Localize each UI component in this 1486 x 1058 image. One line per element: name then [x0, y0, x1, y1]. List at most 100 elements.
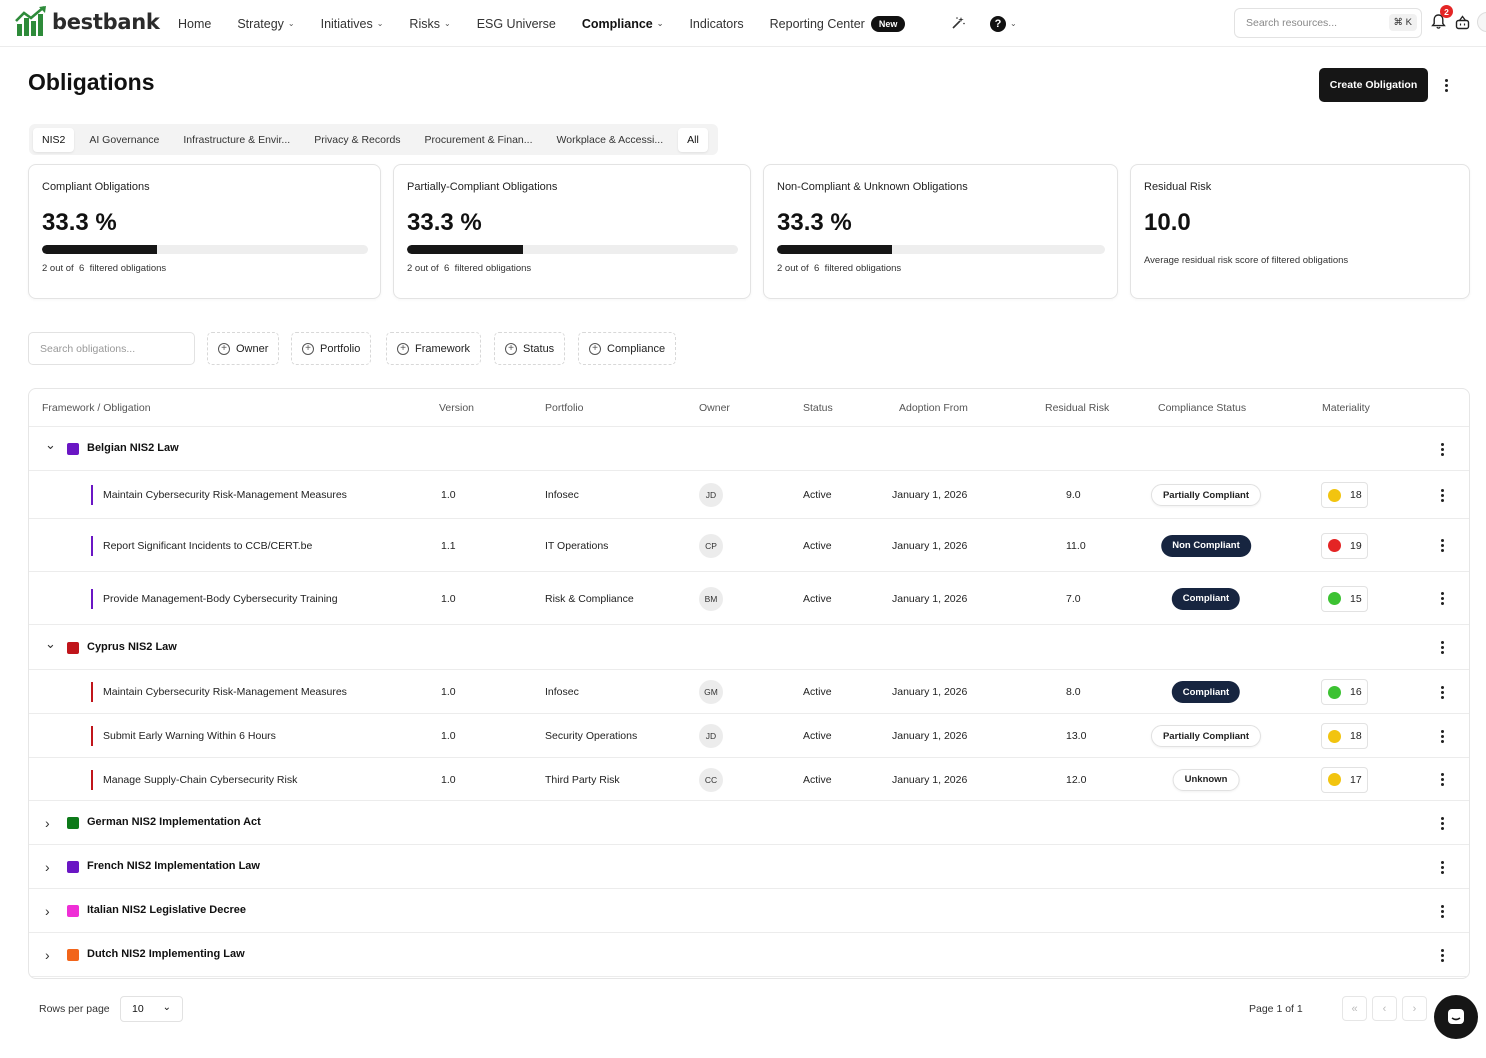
help-menu[interactable]: ? ⌄ — [990, 15, 1017, 32]
row-more-menu-icon[interactable] — [1435, 640, 1449, 656]
row-more-menu-icon[interactable] — [1435, 441, 1449, 457]
page-more-menu-icon[interactable] — [1439, 77, 1453, 93]
portfolio: Security Operations — [545, 730, 638, 742]
framework-name: Cyprus NIS2 Law — [87, 640, 177, 653]
top-navigation: bestbank Home Strategy ⌄ Initiatives ⌄ Risks ⌄… — [0, 0, 1486, 47]
nav-item-compliance[interactable]: Compliance ⌄ — [582, 17, 664, 31]
chevron-right-icon[interactable]: › — [45, 903, 50, 919]
filter-label: Compliance — [607, 342, 666, 355]
owner-avatar[interactable]: GM — [699, 680, 723, 704]
framework-group-row[interactable]: › Italian NIS2 Legislative Decree — [29, 889, 1469, 933]
card-value: 33.3 % — [407, 209, 482, 236]
tab-procurement-finan[interactable]: Procurement & Finan... — [416, 128, 542, 152]
residual-risk: 8.0 — [1066, 686, 1081, 698]
chevron-down-icon[interactable]: ⌄ — [45, 636, 56, 652]
table-row[interactable]: Report Significant Incidents to CCB/CERT… — [29, 519, 1469, 572]
nav-item-risks[interactable]: Risks ⌄ — [409, 17, 450, 31]
row-more-menu-icon[interactable] — [1435, 859, 1449, 875]
version: 1.0 — [441, 686, 456, 698]
obligation-search-input[interactable]: Search obligations... — [28, 332, 195, 365]
card-value: 33.3 % — [777, 209, 852, 236]
portfolio: Risk & Compliance — [545, 592, 634, 605]
owner-avatar[interactable]: JD — [699, 724, 723, 748]
previous-page-button[interactable]: ‹ — [1372, 996, 1397, 1021]
chevron-down-icon[interactable]: ⌄ — [45, 437, 56, 453]
basket-button[interactable] — [1454, 14, 1470, 30]
nav-item-label: Strategy — [237, 16, 284, 31]
row-more-menu-icon[interactable] — [1435, 772, 1449, 788]
residual-risk: 9.0 — [1066, 489, 1081, 501]
card-note: 2 out of 6 filtered obligations — [777, 263, 902, 274]
framework-group-row[interactable]: › Dutch NIS2 Implementing Law — [29, 933, 1469, 977]
framework-indicator — [91, 588, 93, 609]
owner-avatar[interactable]: BM — [699, 586, 723, 611]
obligation-name: Maintain Cybersecurity Risk-Management M… — [103, 686, 347, 698]
owner-avatar[interactable]: CP — [699, 533, 723, 558]
residual-risk: 11.0 — [1066, 539, 1086, 552]
nav-item-initiatives[interactable]: Initiatives ⌄ — [321, 17, 384, 31]
row-more-menu-icon[interactable] — [1435, 538, 1449, 554]
filter-portfolio-button[interactable]: + Portfolio — [291, 332, 372, 365]
chat-support-button[interactable] — [1434, 995, 1478, 1039]
next-page-button[interactable]: › — [1402, 996, 1427, 1021]
version: 1.0 — [441, 592, 456, 605]
tab-all[interactable]: All — [678, 127, 708, 152]
filter-status-button[interactable]: + Status — [494, 332, 566, 365]
chevron-left-icon: ‹ — [1382, 1002, 1387, 1015]
filter-framework-button[interactable]: + Framework — [386, 332, 482, 365]
nav-item-home[interactable]: Home — [178, 17, 211, 31]
materiality-score: 17 — [1350, 773, 1362, 786]
table-row[interactable]: Provide Management-Body Cybersecurity Tr… — [29, 572, 1469, 625]
chevron-down-icon: ⌄ — [376, 19, 384, 28]
nav-item-label: Risks — [409, 16, 440, 31]
row-more-menu-icon[interactable] — [1435, 728, 1449, 744]
row-more-menu-icon[interactable] — [1435, 591, 1449, 607]
user-avatar[interactable] — [1477, 12, 1486, 32]
compliant-obligations-card: Compliant Obligations 33.3 % 2 out of 6 … — [28, 164, 381, 299]
tab-ai-governance[interactable]: AI Governance — [80, 128, 168, 152]
chevron-right-icon[interactable]: › — [45, 947, 50, 963]
filter-compliance-button[interactable]: + Compliance — [578, 332, 677, 365]
notifications-button[interactable]: 2 — [1430, 5, 1453, 31]
portfolio: Infosec — [545, 686, 579, 698]
tab-privacy-records[interactable]: Privacy & Records — [305, 128, 409, 152]
version: 1.0 — [441, 730, 456, 742]
row-more-menu-icon[interactable] — [1435, 684, 1449, 700]
obligation-name: Manage Supply-Chain Cybersecurity Risk — [103, 773, 298, 786]
owner-avatar[interactable]: CC — [699, 767, 723, 792]
rows-per-page-select[interactable]: 10 ⌄ — [120, 996, 183, 1022]
create-obligation-button[interactable]: Create Obligation — [1319, 68, 1428, 102]
materiality-dot — [1328, 539, 1341, 552]
table-row[interactable]: Maintain Cybersecurity Risk-Management M… — [29, 471, 1469, 519]
materiality-score: 18 — [1350, 730, 1362, 742]
row-more-menu-icon[interactable] — [1435, 903, 1449, 919]
row-more-menu-icon[interactable] — [1435, 815, 1449, 831]
framework-group-row[interactable]: › French NIS2 Implementation Law — [29, 845, 1469, 889]
table-row[interactable]: Maintain Cybersecurity Risk-Management M… — [29, 670, 1469, 714]
table-row[interactable]: Submit Early Warning Within 6 Hours 1.0 Se… — [29, 714, 1469, 758]
table-row[interactable]: Manage Supply-Chain Cybersecurity Risk 1.… — [29, 758, 1469, 801]
portfolio: Third Party Risk — [545, 773, 620, 786]
nav-item-indicators[interactable]: Indicators — [689, 17, 743, 31]
owner-avatar[interactable]: JD — [699, 483, 723, 507]
filter-owner-button[interactable]: + Owner — [207, 332, 280, 365]
magic-wand-icon[interactable] — [950, 15, 966, 31]
resource-search-input[interactable]: Search resources... ⌘ K — [1234, 8, 1422, 38]
nav-item-strategy[interactable]: Strategy ⌄ — [237, 17, 294, 31]
chevron-right-icon[interactable]: › — [45, 859, 50, 875]
framework-group-row[interactable]: ⌄ Cyprus NIS2 Law — [29, 625, 1469, 670]
tab-infrastructure-envir[interactable]: Infrastructure & Envir... — [174, 128, 299, 152]
row-more-menu-icon[interactable] — [1435, 947, 1449, 963]
row-more-menu-icon[interactable] — [1435, 487, 1449, 503]
framework-group-row[interactable]: › German NIS2 Implementation Act — [29, 801, 1469, 845]
brand-logo[interactable]: bestbank — [14, 5, 160, 39]
framework-group-row[interactable]: ⌄ Belgian NIS2 Law — [29, 427, 1469, 471]
tab-workplace-accessi[interactable]: Workplace & Accessi... — [548, 128, 673, 152]
chevron-right-icon[interactable]: › — [45, 815, 50, 831]
residual-risk: 7.0 — [1066, 592, 1081, 605]
card-title: Non-Compliant & Unknown Obligations — [777, 181, 968, 193]
nav-item-esg-universe[interactable]: ESG Universe — [477, 17, 556, 31]
nav-item-reporting-center[interactable]: Reporting Center New — [770, 15, 906, 32]
first-page-button[interactable]: « — [1342, 996, 1367, 1021]
tab-nis2[interactable]: NIS2 — [33, 127, 75, 152]
